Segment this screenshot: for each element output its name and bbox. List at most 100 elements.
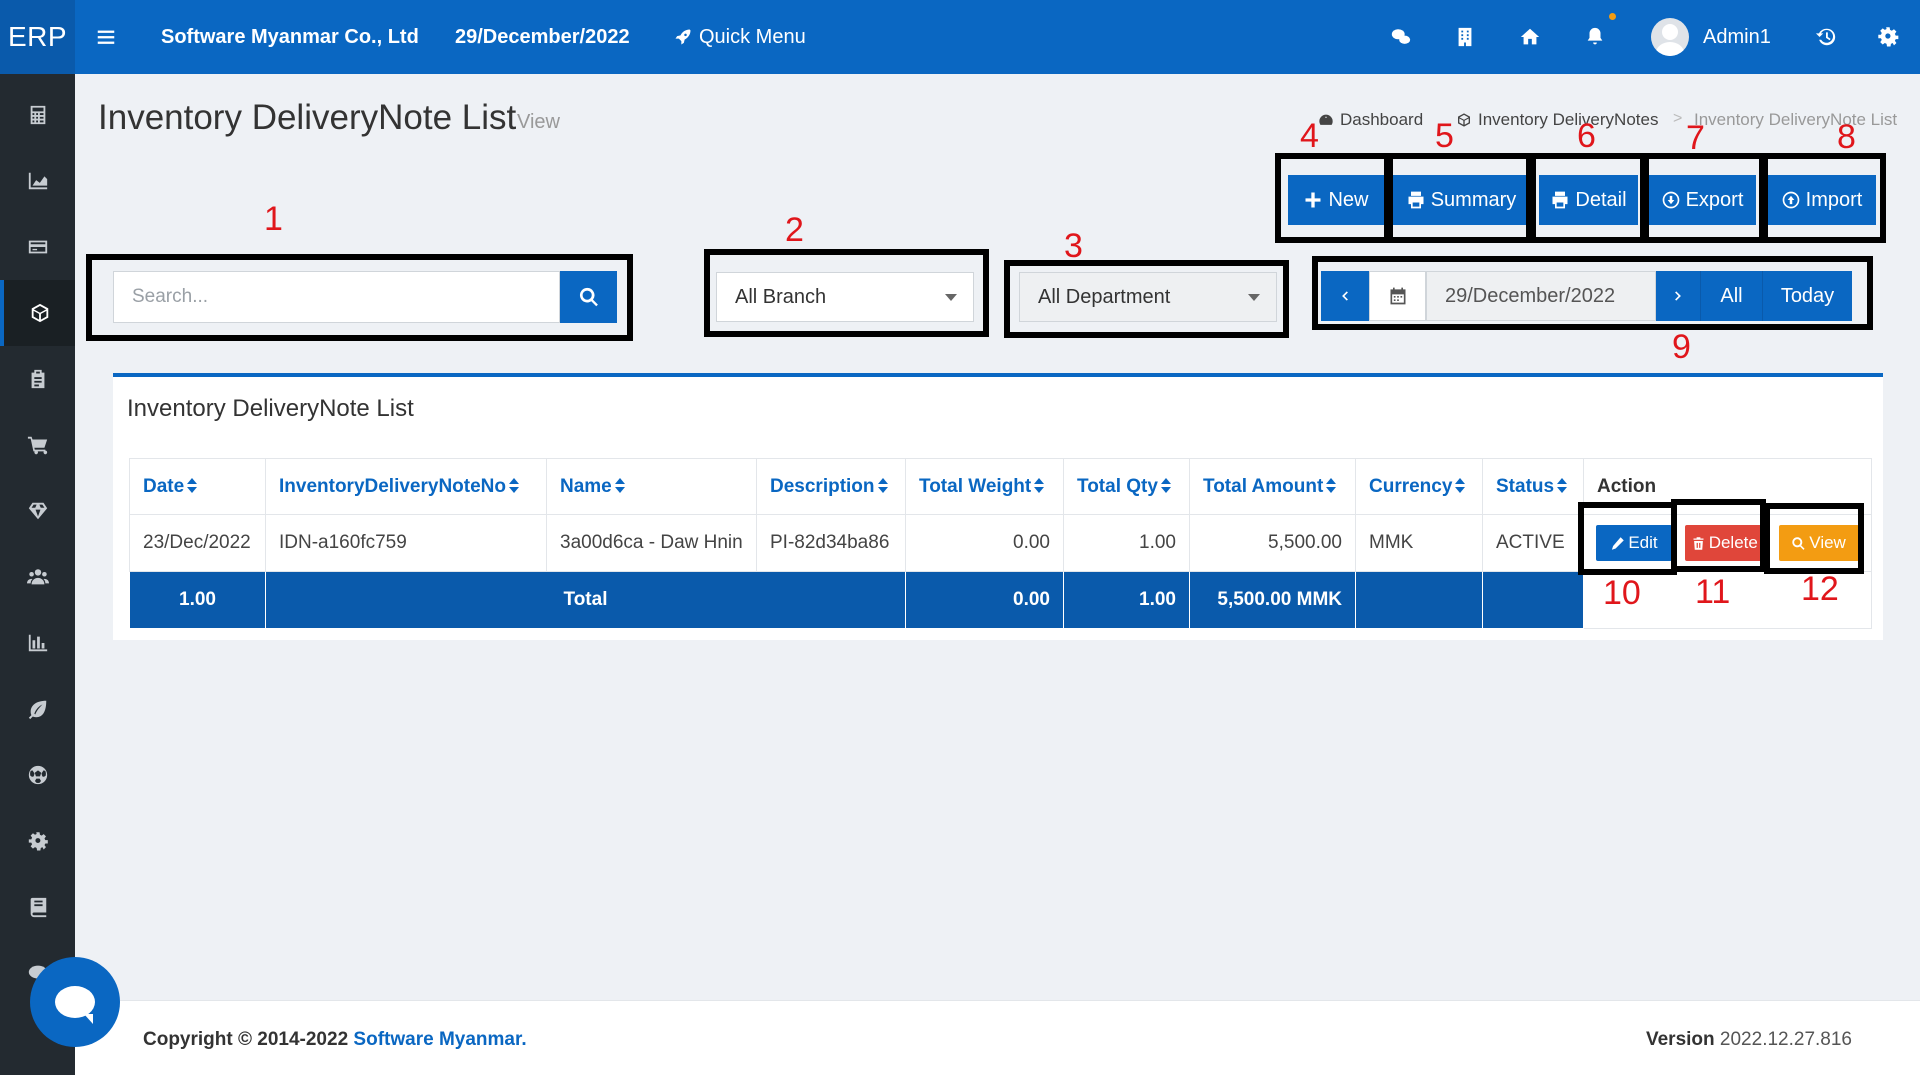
annotation-box-2	[704, 249, 989, 337]
sidebar-item-tasks[interactable]	[0, 346, 75, 412]
annotation-label-4: 4	[1300, 117, 1319, 155]
company-name[interactable]: Software Myanmar Co., Ltd	[161, 0, 419, 74]
column-header-description[interactable]: Description	[756, 458, 906, 515]
annotation-box-9	[1312, 256, 1873, 330]
sort-icon	[1557, 478, 1568, 494]
annotation-label-6: 6	[1577, 117, 1596, 155]
breadcrumb-notes[interactable]: Inventory DeliveryNotes	[1456, 110, 1658, 130]
breadcrumb-dashboard-label: Dashboard	[1340, 110, 1424, 129]
sort-icon	[1034, 478, 1045, 494]
total-amount: 5,500.00 MMK	[1189, 571, 1356, 629]
user-avatar[interactable]	[1651, 0, 1689, 74]
chat-bubble-icon	[55, 986, 95, 1024]
sidebar-item-accounting[interactable]	[0, 82, 75, 148]
quick-menu-label: Quick Menu	[699, 25, 806, 48]
quick-menu-link[interactable]: Quick Menu	[673, 0, 806, 74]
breadcrumb-dashboard[interactable]: Dashboard	[1318, 110, 1423, 130]
sort-icon	[614, 478, 625, 494]
sort-icon	[877, 478, 888, 494]
cell-name: 3a00d6ca - Daw Hnin	[546, 514, 757, 572]
cell-currency: MMK	[1355, 514, 1483, 572]
sidebar-item-docs[interactable]	[0, 874, 75, 940]
footer-copyright: Copyright © 2014-2022 Software Myanmar.	[143, 1029, 527, 1050]
annotation-label-11: 11	[1695, 573, 1731, 611]
footer-version: Version 2022.12.27.816	[1645, 1029, 1852, 1050]
wechat-icon[interactable]	[1381, 0, 1421, 74]
total-label: Total	[265, 571, 906, 629]
sidebar-item-inventory[interactable]	[0, 280, 75, 346]
column-header-status[interactable]: Status	[1482, 458, 1584, 515]
calculator-icon	[30, 105, 45, 125]
annotation-label-1: 1	[264, 200, 283, 238]
annotation-label-12: 12	[1801, 570, 1839, 608]
cell-description: PI-82d34ba86	[756, 514, 906, 572]
column-header-date[interactable]: Date	[129, 458, 266, 515]
total-currency	[1355, 571, 1483, 629]
annotation-box-7	[1643, 153, 1765, 243]
sidebar-item-analytics[interactable]	[0, 610, 75, 676]
footer-company-link[interactable]: Software Myanmar.	[353, 1029, 526, 1050]
sidebar-item-reports[interactable]	[0, 148, 75, 214]
building-icon[interactable]	[1445, 0, 1485, 74]
notification-dot	[1609, 13, 1616, 20]
column-header-currency[interactable]: Currency	[1355, 458, 1483, 515]
footer: Copyright © 2014-2022 Software Myanmar. …	[75, 1000, 1920, 1075]
cell-date: 23/Dec/2022	[129, 514, 266, 572]
annotation-box-10	[1578, 502, 1677, 575]
card-title: Inventory DeliveryNote List	[127, 395, 414, 422]
column-header-total-amount[interactable]: Total Amount	[1189, 458, 1356, 515]
annotation-label-2: 2	[785, 211, 804, 249]
user-name[interactable]: Admin1	[1703, 0, 1771, 74]
cell-status: ACTIVE	[1482, 514, 1584, 572]
sidebar-item-payments[interactable]	[0, 214, 75, 280]
annotation-box-3	[1004, 260, 1289, 338]
annotation-box-4	[1275, 153, 1390, 243]
diamond-icon	[28, 502, 47, 520]
annotation-box-11	[1671, 499, 1766, 572]
top-navbar: ERP Software Myanmar Co., Ltd 29/Decembe…	[0, 0, 1920, 74]
sidebar-item-customers[interactable]	[0, 544, 75, 610]
sort-icon	[1326, 478, 1337, 494]
total-weight: 0.00	[905, 571, 1064, 629]
sidebar-item-settings[interactable]	[0, 808, 75, 874]
sort-icon	[1455, 478, 1466, 494]
users-icon	[26, 569, 49, 585]
history-icon[interactable]	[1806, 0, 1846, 74]
area-chart-icon	[28, 172, 47, 190]
sidebar-item-sales[interactable]	[0, 412, 75, 478]
column-header-total-qty[interactable]: Total Qty	[1063, 458, 1190, 515]
sidebar-item-sports[interactable]	[0, 742, 75, 808]
breadcrumb-notes-label: Inventory DeliveryNotes	[1478, 110, 1659, 129]
sidebar-item-products[interactable]	[0, 478, 75, 544]
sidebar	[0, 74, 75, 1075]
home-icon[interactable]	[1510, 0, 1550, 74]
column-header-note-no[interactable]: InventoryDeliveryNoteNo	[265, 458, 547, 515]
column-header-total-weight[interactable]: Total Weight	[905, 458, 1064, 515]
cell-total-weight: 0.00	[905, 514, 1064, 572]
sort-icon	[187, 478, 198, 494]
annotation-box-5	[1387, 153, 1532, 243]
breadcrumb-separator: >	[1673, 110, 1683, 127]
brand-logo[interactable]: ERP	[0, 0, 75, 74]
leaf-icon	[28, 700, 46, 720]
chat-widget-button[interactable]	[30, 957, 120, 1047]
soccer-ball-icon	[28, 765, 47, 785]
annotation-box-6	[1530, 153, 1646, 243]
gear-icon	[28, 832, 48, 851]
sidebar-item-production[interactable]	[0, 676, 75, 742]
column-header-name[interactable]: Name	[546, 458, 757, 515]
settings-gear-icon[interactable]	[1868, 0, 1908, 74]
annotation-label-10: 10	[1603, 574, 1641, 612]
page-subtitle: View	[517, 111, 560, 133]
annotation-label-3: 3	[1064, 227, 1083, 265]
total-qty: 1.00	[1063, 571, 1190, 629]
hamburger-menu-icon[interactable]	[86, 0, 126, 74]
current-date: 29/December/2022	[455, 25, 630, 48]
cube-icon	[31, 303, 48, 323]
annotation-label-8: 8	[1837, 118, 1856, 156]
bell-icon[interactable]	[1575, 0, 1615, 74]
annotation-label-9: 9	[1672, 328, 1691, 366]
cube-icon	[1458, 113, 1470, 127]
annotation-box-1	[86, 254, 633, 341]
annotation-label-5: 5	[1435, 117, 1454, 155]
